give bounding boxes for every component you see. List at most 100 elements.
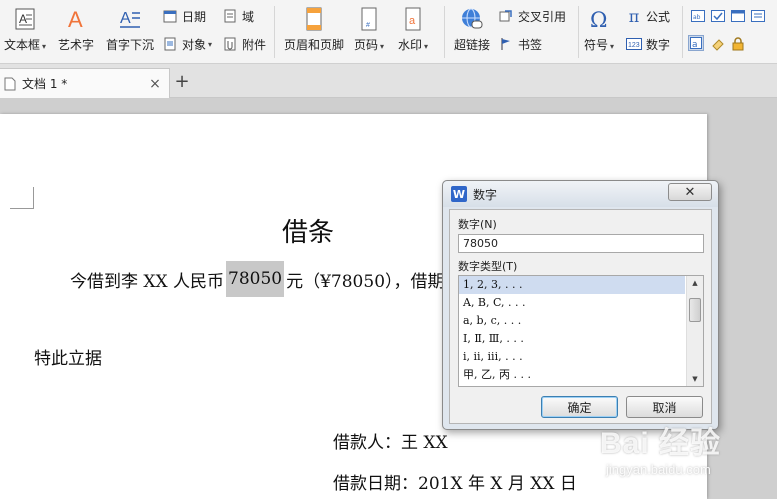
list-item[interactable]: a, b, c, . . . — [459, 312, 685, 330]
page-margin-marker — [10, 187, 34, 209]
chevron-down-icon: ▾ — [380, 42, 385, 51]
formula-label: 公式 — [646, 9, 671, 24]
paragraph-text-after: 元（¥78050），借期 — [286, 271, 445, 292]
ribbon-separator — [682, 6, 683, 58]
omega-icon: Ω — [586, 6, 612, 32]
chevron-down-icon: ▾ — [208, 39, 213, 49]
svg-text:A: A — [19, 12, 27, 26]
selected-amount[interactable]: 78050 — [226, 261, 285, 297]
list-item[interactable]: i, ii, iii, . . . — [459, 348, 685, 366]
list-item[interactable]: A, B, C, . . . — [459, 294, 685, 312]
date-label: 日期 — [182, 9, 207, 24]
svg-text:ab: ab — [693, 14, 701, 21]
header-footer-button[interactable]: 页眉和页脚 — [284, 6, 344, 53]
dialog-close-button[interactable]: ✕ — [668, 183, 712, 201]
bookmark-button[interactable]: 书签 — [498, 34, 542, 54]
svg-text:a: a — [692, 40, 698, 49]
list-item[interactable]: 1, 2, 3, . . . — [459, 276, 685, 294]
field-icon — [222, 8, 238, 24]
attachment-label: 附件 — [242, 37, 267, 52]
dialog-title: 数字 — [473, 187, 498, 202]
drop-cap-icon: A — [117, 6, 143, 32]
page-number-label: 页码 — [354, 38, 379, 52]
letter-a-icon: A — [63, 6, 89, 32]
crossref-label: 交叉引用 — [518, 9, 567, 24]
number-dialog: W 数字 ✕ 数字(N) 78050 数字类型(T) 1, 2, 3, . . … — [442, 180, 719, 430]
paperclip-icon — [222, 36, 238, 52]
document-borrower: 借款人：王 XX — [333, 433, 448, 453]
hyperlink-label: 超链接 — [454, 38, 491, 52]
number-button[interactable]: 123 数字 — [626, 34, 670, 54]
baidu-jingyan-watermark: Bai 经验 jingyan.baidu.com — [592, 412, 774, 492]
wordart-label: 艺术字 — [58, 38, 95, 52]
number-input[interactable]: 78050 — [458, 234, 704, 253]
field-button[interactable]: 域 — [222, 6, 254, 26]
page-number-button[interactable]: # 页码 ▾ — [354, 6, 384, 53]
list-item[interactable]: 甲, 乙, 丙 . . . — [459, 366, 685, 384]
number-type-list[interactable]: 1, 2, 3, . . . A, B, C, . . . a, b, c, .… — [458, 275, 704, 387]
object-button[interactable]: 对象 ▾ — [162, 34, 212, 54]
svg-text:123: 123 — [628, 42, 640, 49]
bookmark-label: 书签 — [518, 37, 543, 52]
lock-icon[interactable] — [730, 36, 746, 52]
svg-text:Ω: Ω — [590, 8, 607, 31]
scrollbar-thumb[interactable] — [689, 298, 701, 322]
document-icon — [4, 77, 16, 90]
textbox-button[interactable]: A 文本框 ▾ — [4, 6, 46, 53]
form-shading-icon[interactable]: a — [688, 35, 704, 51]
chevron-down-icon: ▾ — [610, 42, 615, 51]
document-paragraph-2: 特此立据 — [34, 349, 102, 369]
watermark-label: 水印 — [398, 38, 423, 52]
watermark-icon: a — [400, 6, 426, 32]
hyperlink-button[interactable]: 超链接 — [454, 6, 490, 53]
paragraph-text-before: 今借到李 XX 人民币 — [70, 271, 225, 292]
eraser-icon[interactable] — [710, 36, 726, 52]
ribbon-separator — [578, 6, 579, 58]
form-dropdown-icon[interactable] — [730, 8, 746, 24]
dialog-body: 数字(N) 78050 数字类型(T) 1, 2, 3, . . . A, B,… — [449, 209, 712, 424]
page-number-icon: # — [356, 6, 382, 32]
dropcap-button[interactable]: A 首字下沉 — [106, 6, 154, 53]
watermark-logo-text: Bai 经验 — [600, 427, 722, 460]
pi-icon: π — [628, 6, 640, 26]
wordart-button[interactable]: A 艺术字 — [58, 6, 94, 53]
form-list-icon[interactable] — [750, 8, 766, 24]
form-textfield-icon[interactable]: ab — [690, 8, 706, 24]
document-date: 借款日期：201X 年 X 月 XX 日 — [333, 474, 577, 494]
scroll-up-icon[interactable]: ▲ — [687, 276, 703, 290]
new-tab-button[interactable]: + — [172, 70, 192, 92]
123-icon: 123 — [626, 36, 642, 52]
crossref-icon — [498, 8, 514, 24]
watermark-button[interactable]: a 水印 ▾ — [398, 6, 428, 53]
dialog-titlebar[interactable]: W 数字 ✕ — [443, 181, 718, 207]
symbol-button[interactable]: Ω 符号 ▾ — [584, 6, 614, 53]
symbol-label: 符号 — [584, 38, 609, 52]
textbox-label: 文本框 — [4, 38, 41, 52]
list-item[interactable]: Ⅰ, Ⅱ, Ⅲ, . . . — [459, 330, 685, 348]
document-title: 借条 — [282, 218, 335, 248]
ribbon-separator — [444, 6, 445, 58]
calendar-icon — [162, 8, 178, 24]
document-tab-bar: 文档 1 * × — [0, 64, 777, 98]
date-button[interactable]: 日期 — [162, 6, 206, 26]
ribbon-toolbar: A 文本框▾ A 艺术字 A 首字下沉 日期 域 对象▾ 附件 页眉和页脚 — [0, 0, 777, 64]
svg-text:#: # — [366, 22, 370, 29]
tab-document-1[interactable]: 文档 1 * × — [0, 68, 170, 98]
globe-link-icon — [459, 6, 485, 32]
field-label: 域 — [242, 9, 255, 24]
watermark-url: jingyan.baidu.com — [606, 462, 711, 477]
form-checkbox-icon[interactable] — [710, 8, 726, 24]
list-scrollbar[interactable]: ▲ ▼ — [686, 276, 703, 386]
number-type-label: 数字类型(T) — [458, 260, 518, 273]
close-tab-icon[interactable]: × — [147, 76, 163, 92]
attachment-button[interactable]: 附件 — [222, 34, 266, 54]
crossref-button[interactable]: 交叉引用 — [498, 6, 566, 26]
text-box-icon: A — [12, 6, 38, 32]
chevron-down-icon: ▾ — [424, 42, 429, 51]
scroll-down-icon[interactable]: ▼ — [687, 372, 703, 386]
svg-text:A: A — [68, 7, 83, 31]
document-paragraph-1: 今借到李 XX 人民币 78050 元（¥78050），借期 — [70, 261, 445, 297]
object-icon — [162, 36, 178, 52]
number-label: 数字 — [646, 37, 671, 52]
formula-button[interactable]: π 公式 — [626, 6, 670, 26]
